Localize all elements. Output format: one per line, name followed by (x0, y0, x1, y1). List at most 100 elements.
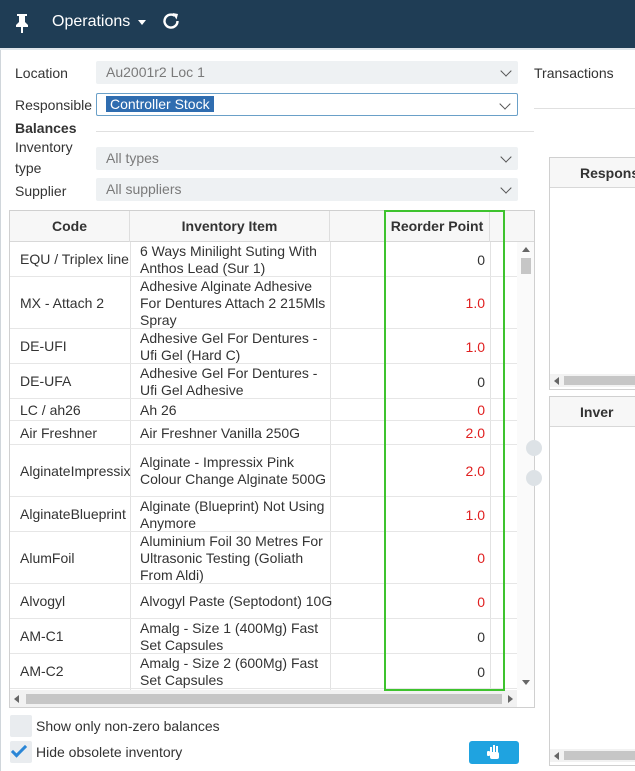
pin-icon[interactable] (12, 12, 32, 34)
cell-code: MX - Attach 2 (20, 294, 105, 311)
transactions-label[interactable]: Transactions (534, 65, 614, 81)
cell-code: AM-C2 (20, 663, 64, 679)
hand-icon (487, 745, 499, 759)
scroll-up-icon[interactable] (522, 247, 530, 252)
responsible-value: Controller Stock (106, 96, 214, 112)
column-header-inventory-item[interactable]: Inventory Item (130, 211, 330, 242)
supplier-value: All suppliers (106, 181, 182, 197)
table-row[interactable]: AM-C1 Amalg - Size 1 (400Mg) Fast Set Cap… (10, 619, 517, 654)
table-row[interactable]: Air Freshner Air Freshner Vanilla 250G 2.0 (10, 421, 517, 445)
responsible-panel-title: Respons (550, 158, 635, 188)
cell-reorder-point: 1.0 (465, 338, 485, 355)
scroll-left-icon[interactable] (554, 377, 559, 385)
cell-reorder-point: 2.0 (465, 425, 485, 441)
cell-reorder-point: 1.0 (465, 506, 485, 523)
chevron-down-icon (499, 98, 511, 110)
location-label: Location (15, 65, 68, 81)
table-row[interactable]: MX - Attach 2 Adhesive Alginate Adhesive … (10, 277, 517, 329)
location-select[interactable]: Au2001r2 Loc 1 (96, 61, 518, 84)
cell-code: Air Freshner (20, 424, 98, 441)
cell-reorder-point: 0 (477, 373, 485, 390)
cell-reorder-point: 0 (477, 251, 485, 268)
horizontal-scroll-thumb[interactable] (26, 694, 502, 704)
chevron-down-icon (500, 151, 512, 163)
hand-button[interactable] (469, 741, 519, 764)
cell-code: AlginateBlueprint (20, 506, 126, 522)
cell-inventory-item: Amalg - Size 1 (400Mg) Fast Set Capsules (140, 619, 319, 653)
table-row[interactable]: AlumFoil Aluminium Foil 30 Metres For Ult… (10, 532, 517, 584)
responsible-label: Responsible (15, 97, 93, 113)
cell-inventory-item: Adhesive Gel For Dentures - Ufi Gel Adhe… (140, 364, 318, 398)
panel-scroll-thumb[interactable] (564, 751, 635, 760)
caret-down-icon (138, 19, 147, 25)
splitter-handle[interactable] (526, 470, 542, 486)
table-row[interactable]: DE-UFA Adhesive Gel For Dentures - Ufi Ge… (10, 364, 517, 399)
cell-reorder-point: 2.0 (465, 463, 485, 479)
operations-menu-label: Operations (52, 13, 131, 30)
cell-inventory-item: Adhesive Alginate Adhesive For Dentures … (140, 277, 326, 328)
cell-reorder-point: 0 (477, 593, 485, 610)
cell-code: Alvogyl (20, 593, 66, 609)
table-row[interactable]: LC / ah26 Ah 26 0 (10, 399, 517, 421)
cell-code: AlumFoil (20, 549, 75, 566)
balances-title: Balances (15, 120, 77, 136)
scroll-left-icon[interactable] (14, 695, 19, 703)
scroll-left-icon[interactable] (554, 752, 559, 760)
column-header-reorder-point[interactable]: Reorder Point (385, 211, 490, 242)
inventory-panel: Inver (549, 396, 635, 766)
table-row[interactable]: AM-C2 Amalg - Size 2 (600Mg) Fast Set Cap… (10, 654, 517, 689)
cell-code: DE-UFI (20, 338, 67, 354)
cell-reorder-point: 0 (477, 663, 485, 680)
splitter-handle[interactable] (526, 440, 542, 456)
scroll-right-icon[interactable] (508, 695, 513, 703)
left-border (0, 50, 1, 771)
refresh-icon[interactable] (161, 11, 181, 31)
nonzero-label: Show only non-zero balances (36, 718, 220, 734)
cell-code: EQU / Triplex line (20, 251, 129, 267)
cell-code: AM-C1 (20, 628, 64, 644)
column-header-blank (330, 211, 385, 242)
cell-inventory-item: 6 Ways Minilight Suting With Anthos Lead… (140, 242, 317, 276)
scroll-down-icon[interactable] (522, 680, 530, 685)
supplier-label: Supplier (15, 183, 67, 199)
horizontal-scrollbar[interactable] (10, 690, 517, 707)
transactions-divider (534, 108, 635, 109)
panel-horizontal-scrollbar[interactable] (550, 749, 635, 762)
cell-reorder-point: 0 (477, 550, 485, 566)
inventory-grid: Code Inventory Item Reorder Point EQU / … (9, 210, 535, 708)
cell-reorder-point: 1.0 (465, 295, 485, 311)
cell-inventory-item: Adhesive Gel For Dentures - Ufi Gel (Har… (140, 329, 318, 363)
inventory-type-select[interactable]: All types (96, 147, 518, 170)
top-bar-edge (0, 48, 635, 50)
supplier-select[interactable]: All suppliers (96, 178, 518, 201)
cell-reorder-point: 0 (477, 628, 485, 645)
balances-divider (96, 131, 534, 132)
cell-inventory-item: Aluminium Foil 30 Metres For Ultrasonic … (140, 532, 323, 583)
chevron-down-icon (500, 65, 512, 77)
table-row[interactable]: Alvogyl Alvogyl Paste (Septodont) 10G 0 (10, 584, 517, 619)
operations-menu[interactable]: Operations (52, 13, 147, 31)
table-row[interactable]: AlginateBlueprint Alginate (Blueprint) No… (10, 497, 517, 532)
table-row[interactable]: DE-UFI Adhesive Gel For Dentures - Ufi Ge… (10, 329, 517, 364)
top-bar: Operations (0, 0, 635, 48)
responsible-select[interactable]: Controller Stock (96, 93, 518, 116)
panel-horizontal-scrollbar[interactable] (550, 374, 635, 387)
cell-code: AlginateImpressix (20, 462, 131, 479)
inventory-type-label-line2: type (15, 160, 42, 176)
nonzero-checkbox[interactable] (10, 715, 32, 737)
cell-code: DE-UFA (20, 373, 72, 389)
obsolete-checkbox[interactable] (10, 741, 32, 763)
table-row[interactable]: AlginateImpressix Alginate - Impressix Pi… (10, 445, 517, 497)
obsolete-label: Hide obsolete inventory (36, 744, 183, 760)
cell-inventory-item: Amalg - Size 2 (600Mg) Fast Set Capsules (140, 654, 319, 688)
vertical-scroll-thumb[interactable] (521, 258, 531, 274)
cell-reorder-point: 0 (477, 402, 485, 418)
cell-inventory-item: Alginate - Impressix Pink Colour Change … (140, 454, 327, 487)
cell-inventory-item: Ah 26 (140, 401, 177, 418)
column-header-code[interactable]: Code (10, 211, 130, 242)
vertical-scrollbar[interactable] (517, 242, 534, 690)
cell-inventory-item: Alginate (Blueprint) Not Using Anymore (140, 497, 325, 531)
table-row[interactable]: EQU / Triplex line 6 Ways Minilight Sutin… (10, 242, 517, 277)
checkmark-icon (10, 741, 28, 758)
panel-scroll-thumb[interactable] (564, 376, 635, 385)
